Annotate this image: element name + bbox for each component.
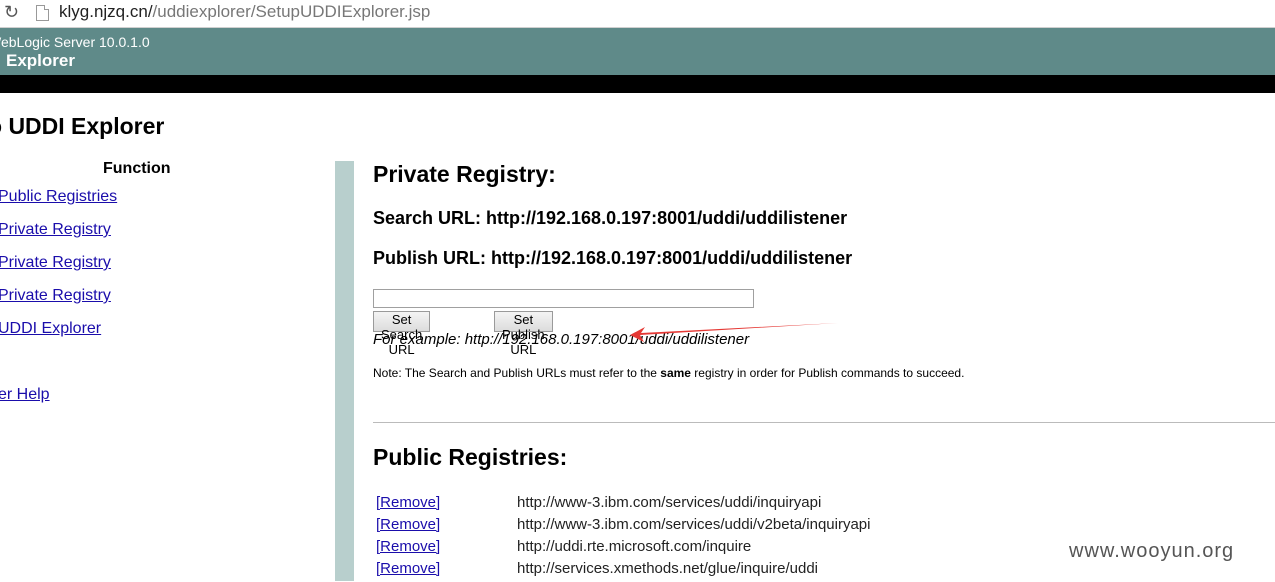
nav-link-explorer-help[interactable]: er Help xyxy=(0,386,50,404)
public-registries-heading: Public Registries: xyxy=(373,444,568,470)
column-divider xyxy=(335,161,354,581)
private-registry-heading: Private Registry: xyxy=(373,161,556,187)
remove-link[interactable]: [Remove] xyxy=(376,538,440,555)
note-text: Note: The Search and Publish URLs must r… xyxy=(373,366,964,380)
registry-row: [Remove] http://www-3.ibm.com/services/u… xyxy=(373,516,1275,538)
address-bar: ↻ klyg.njzq.cn//uddiexplorer/SetupUDDIEx… xyxy=(0,0,1275,28)
registry-url: http://uddi.rte.microsoft.com/inquire xyxy=(517,538,752,555)
reload-icon[interactable]: ↻ xyxy=(4,2,19,23)
page-title: o UDDI Explorer xyxy=(0,113,165,139)
search-url-label: Search URL: http://192.168.0.197:8001/ud… xyxy=(373,208,848,228)
registry-url: http://www-3.ibm.com/services/uddi/inqui… xyxy=(517,494,822,511)
registry-url-input[interactable] xyxy=(373,289,754,308)
page-icon xyxy=(36,5,49,21)
nav-link-publish-private-registry[interactable]: Private Registry xyxy=(0,254,111,272)
nav-link-setup-uddi-explorer[interactable]: UDDI Explorer xyxy=(0,320,101,338)
publish-url-label: Publish URL: http://192.168.0.197:8001/u… xyxy=(373,248,853,268)
note-after: registry in order for Publish commands t… xyxy=(690,366,965,380)
remove-link[interactable]: [Remove] xyxy=(376,494,440,511)
nav-link-modify-private-registry[interactable]: Private Registry xyxy=(0,287,111,305)
url-host: klyg.njzq.cn/ xyxy=(59,2,153,21)
registry-row: [Remove] http://services.xmethods.net/gl… xyxy=(373,560,1275,582)
note-before: Note: The Search and Publish URLs must r… xyxy=(373,366,661,380)
remove-link[interactable]: [Remove] xyxy=(376,560,440,577)
note-bold: same xyxy=(660,366,691,380)
annotation-arrow-icon xyxy=(630,323,838,342)
registry-row: [Remove] http://www-3.ibm.com/services/u… xyxy=(373,494,1275,516)
nav-link-search-private-registry[interactable]: Private Registry xyxy=(0,221,111,239)
url-path: /uddiexplorer/SetupUDDIExplorer.jsp xyxy=(152,2,431,21)
product-name: WebLogic Server 10.0.1.0 xyxy=(0,34,150,50)
registry-url: http://services.xmethods.net/glue/inquir… xyxy=(517,560,819,577)
watermark: www.wooyun.org xyxy=(1069,540,1235,562)
set-search-url-button[interactable]: Set Search URL xyxy=(373,311,431,357)
set-publish-url-button[interactable]: Set Publish URL xyxy=(494,311,553,357)
nav-heading: Function xyxy=(103,160,171,177)
remove-link[interactable]: [Remove] xyxy=(376,516,440,533)
url-field[interactable]: klyg.njzq.cn//uddiexplorer/SetupUDDIExpl… xyxy=(59,2,430,22)
registry-url: http://www-3.ibm.com/services/uddi/v2bet… xyxy=(517,516,871,533)
app-title: Explorer xyxy=(6,51,75,70)
header-rule xyxy=(0,75,1275,93)
nav-link-public-registries[interactable]: Public Registries xyxy=(0,188,117,206)
header-banner: WebLogic Server 10.0.1.0 Explorer xyxy=(0,28,1275,75)
section-divider xyxy=(373,422,1275,423)
